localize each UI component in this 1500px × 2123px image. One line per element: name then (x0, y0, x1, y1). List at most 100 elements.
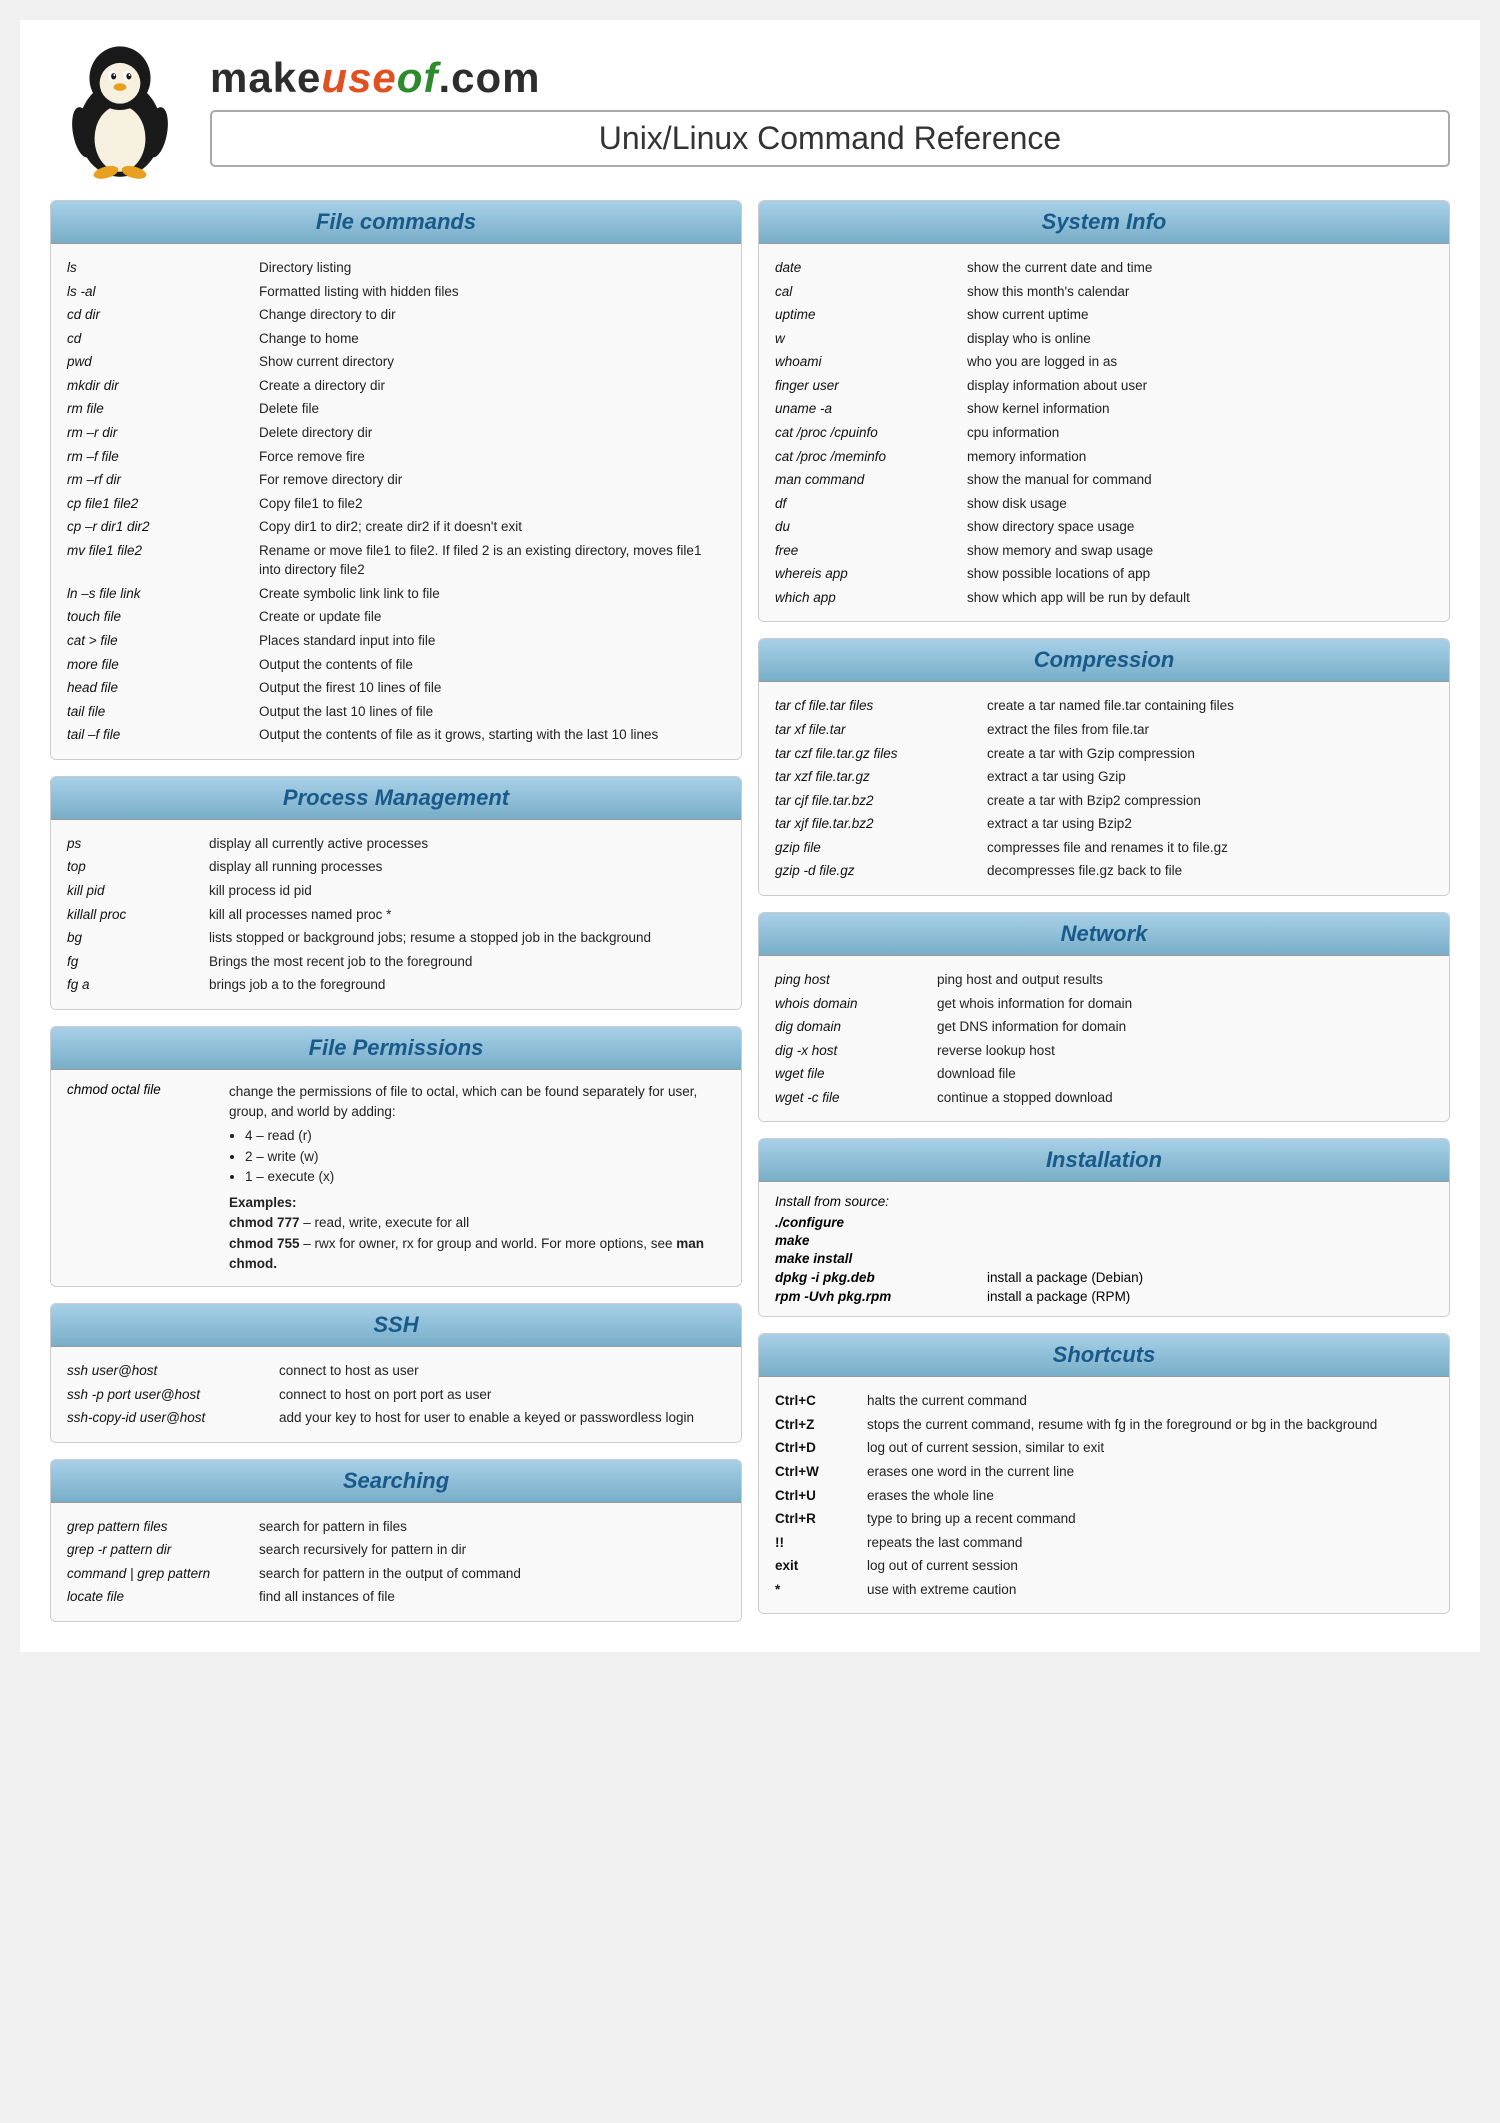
install-source-cmds: ./configuremakemake install (775, 1215, 1433, 1266)
list-item: which appshow which app will be run by d… (775, 586, 1433, 610)
desc-text: cpu information (967, 423, 1433, 443)
install-pkg-cmds: dpkg -i pkg.debinstall a package (Debian… (775, 1270, 1433, 1304)
cmd-text: Ctrl+Z (775, 1415, 855, 1435)
cmd-text: Ctrl+C (775, 1391, 855, 1411)
list-item: uptimeshow current uptime (775, 303, 1433, 327)
desc-text: create a tar with Bzip2 compression (987, 791, 1433, 811)
list-item: exitlog out of current session (775, 1554, 1433, 1578)
list-item: 1 – execute (x) (245, 1167, 725, 1187)
file-permissions-header: File Permissions (51, 1027, 741, 1070)
ssh-body: ssh user@hostconnect to host as userssh … (51, 1347, 741, 1442)
list-item: calshow this month's calendar (775, 280, 1433, 304)
cmd-text: tail file (67, 702, 247, 722)
desc-text: stops the current command, resume with f… (867, 1415, 1433, 1435)
desc-text: reverse lookup host (937, 1041, 1433, 1061)
desc-text: Copy file1 to file2 (259, 494, 725, 514)
main-content: File commands lsDirectory listingls -alF… (50, 200, 1450, 1622)
list-item: tail fileOutput the last 10 lines of fil… (67, 700, 725, 724)
desc-text: connect to host as user (279, 1361, 725, 1381)
desc-text: Directory listing (259, 258, 725, 278)
network-title: Network (775, 921, 1433, 947)
system-info-body: dateshow the current date and timecalsho… (759, 244, 1449, 621)
desc-text: show the manual for command (967, 470, 1433, 490)
cmd-text: tar xf file.tar (775, 720, 975, 740)
desc-text: search for pattern in files (259, 1517, 725, 1537)
cmd-text: fg (67, 952, 197, 972)
desc-text: get DNS information for domain (937, 1017, 1433, 1037)
ssh-header: SSH (51, 1304, 741, 1347)
desc-text: Create or update file (259, 607, 725, 627)
cmd-text: tar czf file.tar.gz files (775, 744, 975, 764)
cmd-text: killall proc (67, 905, 197, 925)
list-item: dig domainget DNS information for domain (775, 1015, 1433, 1039)
cmd-text: ls (67, 258, 247, 278)
process-management-body: ps display all currently active processes… (51, 820, 741, 1009)
list-item: !!repeats the last command (775, 1531, 1433, 1555)
desc-text: Show current directory (259, 352, 725, 372)
cmd-text: Ctrl+R (775, 1509, 855, 1529)
cmd-text: bg (67, 928, 197, 948)
list-item: fg abrings job a to the foreground (67, 973, 725, 997)
desc-text: log out of current session, similar to e… (867, 1438, 1433, 1458)
list-item: rm –r dirDelete directory dir (67, 421, 725, 445)
list-item: cat /proc /meminfomemory information (775, 445, 1433, 469)
desc-text: create a tar named file.tar containing f… (987, 696, 1433, 716)
list-item: *use with extreme caution (775, 1578, 1433, 1602)
desc-text: show kernel information (967, 399, 1433, 419)
cmd-text: whoami (775, 352, 955, 372)
cmd-text: cal (775, 282, 955, 302)
process-management-section: Process Management psdisplay all current… (50, 776, 742, 1010)
desc-text: display all currently active processes (209, 834, 725, 854)
desc-text: erases one word in the current line (867, 1462, 1433, 1482)
desc-text: Delete file (259, 399, 725, 419)
installation-title: Installation (775, 1147, 1433, 1173)
desc-text: search for pattern in the output of comm… (259, 1564, 725, 1584)
cmd-text: ssh -p port user@host (67, 1385, 267, 1405)
cmd-text: wget file (775, 1064, 925, 1084)
cmd-text: * (775, 1580, 855, 1600)
cmd-text: cat /proc /meminfo (775, 447, 955, 467)
chmod777: chmod 777 (229, 1215, 300, 1230)
desc-text: ping host and output results (937, 970, 1433, 990)
list-item: touch file Create or update file (67, 605, 725, 629)
cmd-text: df (775, 494, 955, 514)
cmd-text: cat /proc /cpuinfo (775, 423, 955, 443)
desc-text: Formatted listing with hidden files (259, 282, 725, 302)
cmd-text: fg a (67, 975, 197, 995)
list-item: rm –rf dirFor remove directory dir (67, 468, 725, 492)
cmd-text: wget -c file (775, 1088, 925, 1108)
cmd-text: grep pattern files (67, 1517, 247, 1537)
cmd-text: ps (67, 834, 197, 854)
list-item: grep pattern files search for pattern in … (67, 1515, 725, 1539)
desc-text: kill all processes named proc * (209, 905, 725, 925)
cmd-text: mkdir dir (67, 376, 247, 396)
cmd-text: uptime (775, 305, 955, 325)
list-item: man commandshow the manual for command (775, 468, 1433, 492)
site-name: makeuseof.com (210, 54, 1450, 102)
desc-text: For remove directory dir (259, 470, 725, 490)
list-item: ln –s file linkCreate symbolic link link… (67, 582, 725, 606)
ssh-title: SSH (67, 1312, 725, 1338)
site-name-of: of (397, 54, 439, 101)
cmd-text: rpm -Uvh pkg.rpm (775, 1289, 975, 1304)
desc-text: show memory and swap usage (967, 541, 1433, 561)
page-title: Unix/Linux Command Reference (232, 120, 1428, 157)
install-label: Install from source: (775, 1194, 1433, 1209)
system-info-title: System Info (775, 209, 1433, 235)
cmd-text: locate file (67, 1587, 247, 1607)
shortcuts-header: Shortcuts (759, 1334, 1449, 1377)
examples-label: Examples: (229, 1195, 297, 1210)
desc-text: Create a directory dir (259, 376, 725, 396)
list-item: ssh-copy-id user@hostadd your key to hos… (67, 1406, 725, 1430)
cmd-text: touch file (67, 607, 247, 627)
desc-text: connect to host on port port as user (279, 1385, 725, 1405)
list-item: bglists stopped or background jobs; resu… (67, 926, 725, 950)
desc-text: show possible locations of app (967, 564, 1433, 584)
list-item: gzip filecompresses file and renames it … (775, 836, 1433, 860)
cmd-text: rm –f file (67, 447, 247, 467)
cmd-text: dpkg -i pkg.deb (775, 1270, 975, 1285)
system-info-header: System Info (759, 201, 1449, 244)
desc-text: get whois information for domain (937, 994, 1433, 1014)
cmd-text: ssh-copy-id user@host (67, 1408, 267, 1428)
right-column: System Info dateshow the current date an… (758, 200, 1450, 1614)
